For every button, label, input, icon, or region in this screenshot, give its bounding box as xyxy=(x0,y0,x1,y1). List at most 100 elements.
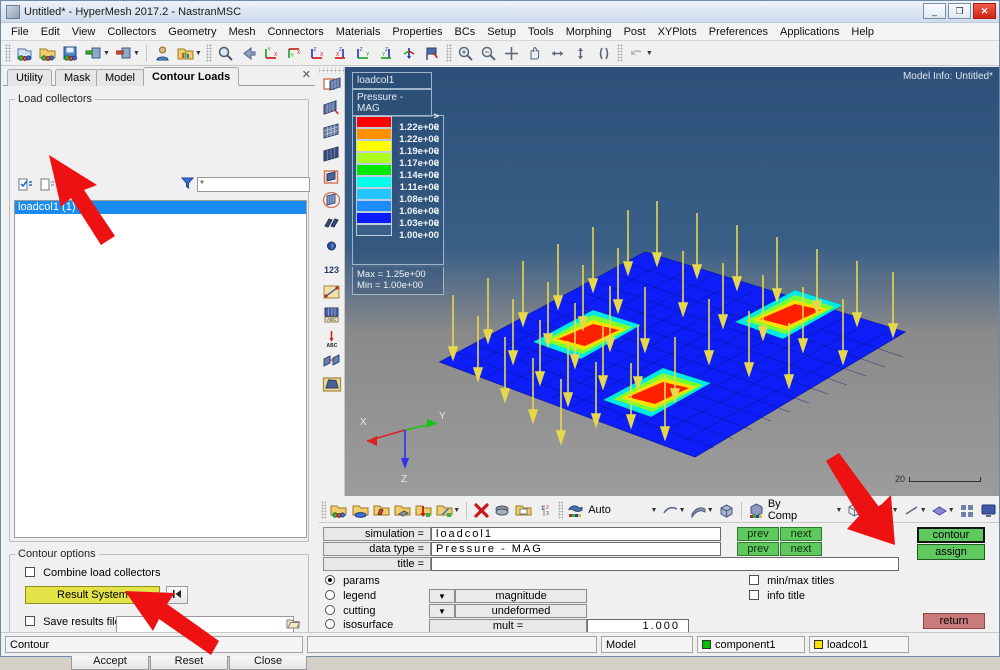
color-mode-dropdown-icon[interactable]: ▼ xyxy=(651,507,658,514)
magnitude-dropdown-arrow[interactable]: ▼ xyxy=(429,589,455,603)
shaded-geometry-icon[interactable] xyxy=(660,500,679,521)
shaded-solid-icon[interactable] xyxy=(717,500,736,521)
delete-icon[interactable] xyxy=(472,500,491,521)
rewind-icon[interactable] xyxy=(166,586,188,604)
back-view-icon[interactable] xyxy=(238,43,259,64)
simulation-prev-button[interactable]: prev xyxy=(737,527,779,541)
bycomp-icon[interactable] xyxy=(747,500,766,521)
menu-item-setup[interactable]: Setup xyxy=(481,25,522,39)
list-item[interactable]: loadcol1 (1) xyxy=(15,201,306,214)
radio-params[interactable]: params xyxy=(325,575,380,587)
toolbar-grip-2[interactable] xyxy=(205,44,212,62)
simulation-next-button[interactable]: next xyxy=(780,527,822,541)
menu-item-collectors[interactable]: Collectors xyxy=(101,25,162,39)
flag-view-icon[interactable] xyxy=(422,43,443,64)
status-cell-model[interactable]: Model xyxy=(601,636,693,653)
system-collector-icon[interactable] xyxy=(435,500,454,521)
wireframe-mesh-icon[interactable] xyxy=(320,120,344,143)
user-profile-icon[interactable] xyxy=(152,43,173,64)
close-tab-icon[interactable]: ✕ xyxy=(302,68,311,81)
shaded-elements-and-mesh-lines-icon[interactable] xyxy=(320,74,344,97)
menu-item-file[interactable]: File xyxy=(5,25,35,39)
numbers-icon[interactable]: 123 xyxy=(320,258,344,281)
radio-cutting[interactable]: cutting xyxy=(325,605,375,617)
undeformed-dropdown-arrow[interactable]: ▼ xyxy=(429,604,455,618)
color-auto-icon[interactable] xyxy=(566,500,585,521)
rotate-horizontal-icon[interactable] xyxy=(547,43,568,64)
menu-item-properties[interactable]: Properties xyxy=(386,25,448,39)
shaded-mesh-icon[interactable] xyxy=(320,143,344,166)
cmdtoolbar-grip-2[interactable] xyxy=(557,501,564,519)
mesh-lines-wire-icon[interactable] xyxy=(845,500,864,521)
save-model-icon[interactable] xyxy=(60,43,81,64)
menu-item-xyplots[interactable]: XYPlots xyxy=(652,25,703,39)
maximize-button[interactable]: ❐ xyxy=(948,3,971,19)
hidden-line-icon[interactable] xyxy=(320,166,344,189)
save-results-file-input[interactable] xyxy=(116,616,294,633)
radio-legend[interactable]: legend xyxy=(325,590,376,602)
menu-item-help[interactable]: Help xyxy=(845,25,880,39)
mesh-lines-icon[interactable] xyxy=(320,212,344,235)
menu-item-applications[interactable]: Applications xyxy=(774,25,845,39)
select-none-icon[interactable] xyxy=(39,177,57,193)
load-userprofile-icon[interactable] xyxy=(175,43,196,64)
graphics-view[interactable]: Model Info: Untitled* loadcol1 Pressure … xyxy=(345,67,999,496)
visualization-icon[interactable] xyxy=(320,373,344,396)
surface-display-dropdown-icon[interactable]: ▼ xyxy=(948,507,955,514)
yz-view-icon[interactable]: ZY xyxy=(376,43,397,64)
userprofile-dropdown-icon[interactable]: ▼ xyxy=(195,50,202,57)
toolbar-grip-4[interactable] xyxy=(616,44,623,62)
minmax-titles-row[interactable]: min/max titles xyxy=(749,575,834,587)
load-collectors-list[interactable]: loadcol1 (1) xyxy=(14,200,307,538)
title-input[interactable] xyxy=(431,557,899,571)
mesh-dropdown-icon[interactable]: ▼ xyxy=(864,507,871,514)
assign-button[interactable]: assign xyxy=(917,544,985,560)
card-edit-icon[interactable] xyxy=(514,500,533,521)
yx-view-icon[interactable]: YX xyxy=(284,43,305,64)
result-system-button[interactable]: Result System xyxy=(25,586,160,604)
zy-view-icon[interactable]: ZY xyxy=(353,43,374,64)
close-button[interactable]: ✕ xyxy=(973,3,996,19)
undo-dropdown-icon[interactable]: ▼ xyxy=(646,50,653,57)
contour-button[interactable]: contour xyxy=(917,527,985,543)
status-cell-component[interactable]: component1 xyxy=(697,636,805,653)
minmax-titles-checkbox[interactable] xyxy=(749,575,759,585)
menu-item-view[interactable]: View xyxy=(66,25,102,39)
surface-dropdown-icon[interactable]: ▼ xyxy=(707,507,714,514)
import-icon[interactable] xyxy=(83,43,104,64)
simulation-input[interactable]: loadcol1 xyxy=(431,527,721,541)
zoom-find-icon[interactable] xyxy=(215,43,236,64)
magnitude-button[interactable]: magnitude xyxy=(455,589,587,603)
abc-note-icon[interactable] xyxy=(320,350,344,373)
datatype-next-button[interactable]: next xyxy=(780,542,822,556)
toolbar-grip[interactable] xyxy=(5,44,11,62)
menu-item-mesh[interactable]: Mesh xyxy=(223,25,262,39)
return-button[interactable]: return xyxy=(923,613,985,629)
radio-cutting-button[interactable] xyxy=(325,605,335,615)
rotate-free-icon[interactable] xyxy=(593,43,614,64)
tab-model[interactable]: Model xyxy=(96,69,144,86)
geometry-dropdown-icon[interactable]: ▼ xyxy=(679,507,686,514)
datatype-input[interactable]: Pressure - MAG xyxy=(431,542,721,556)
toolbar-grip-3[interactable] xyxy=(445,44,452,62)
radio-isosurface-button[interactable] xyxy=(325,619,335,629)
zx-view-icon[interactable]: ZX xyxy=(330,43,351,64)
property-collector-icon[interactable] xyxy=(351,500,370,521)
undo-icon[interactable] xyxy=(626,43,647,64)
menu-item-bcs[interactable]: BCs xyxy=(449,25,482,39)
material-collector-icon[interactable] xyxy=(372,500,391,521)
export-dropdown-icon[interactable]: ▼ xyxy=(133,50,140,57)
transparency-icon[interactable] xyxy=(320,189,344,212)
menu-item-geometry[interactable]: Geometry xyxy=(162,25,222,39)
surface-display-icon[interactable] xyxy=(930,500,949,521)
new-model-icon[interactable] xyxy=(14,43,35,64)
minimize-button[interactable]: _ xyxy=(923,3,946,19)
menu-item-morphing[interactable]: Morphing xyxy=(560,25,618,39)
xz-view-icon[interactable]: ZX xyxy=(307,43,328,64)
menu-item-materials[interactable]: Materials xyxy=(330,25,387,39)
abc-tag-icon[interactable]: ABC xyxy=(320,327,344,350)
renumber-icon[interactable]: 123 xyxy=(536,500,555,521)
line-display-icon[interactable] xyxy=(902,500,921,521)
import-dropdown-icon[interactable]: ▼ xyxy=(103,50,110,57)
line-dropdown-icon[interactable]: ▼ xyxy=(920,507,927,514)
